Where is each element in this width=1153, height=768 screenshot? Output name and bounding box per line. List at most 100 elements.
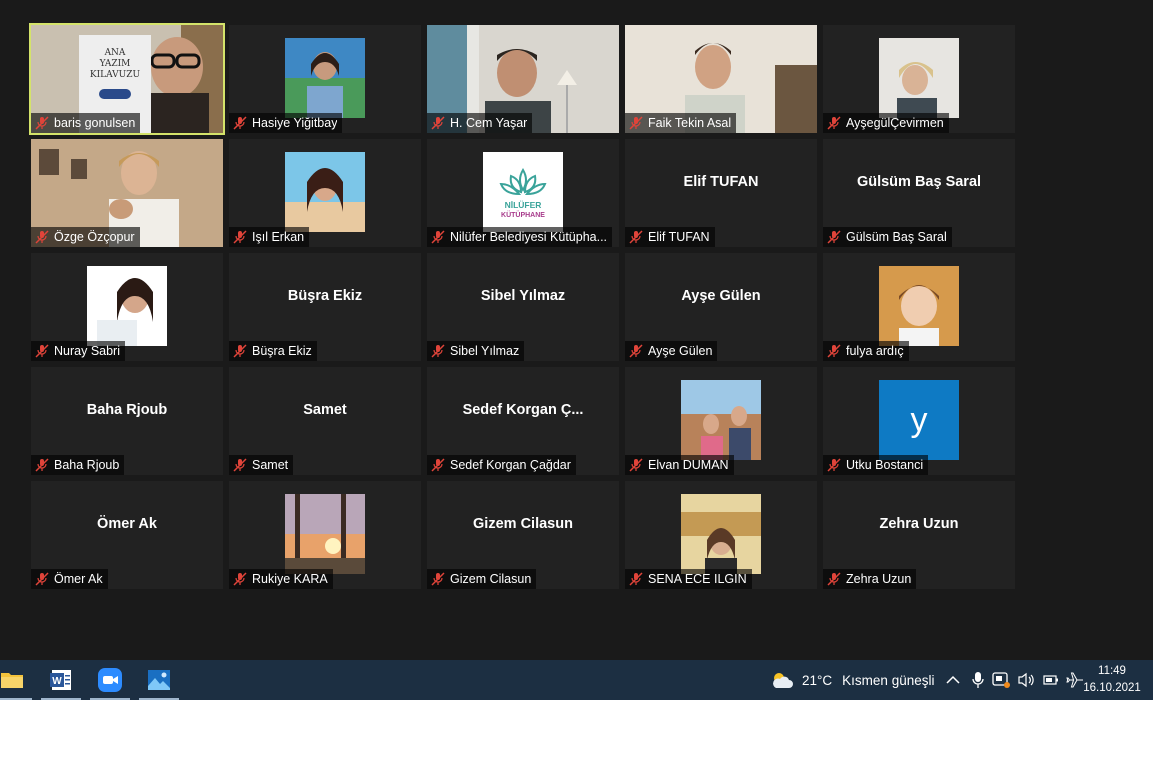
participant-nametag: Zehra Uzun xyxy=(823,569,917,589)
muted-mic-icon xyxy=(431,572,445,586)
partly-sunny-icon xyxy=(773,673,793,688)
participant-name: Elif TUFAN xyxy=(648,230,710,244)
lotus-logo-icon: NİLÜFERKÜTÜPHANE xyxy=(499,168,547,219)
logo-line1: NİLÜFER xyxy=(505,200,542,210)
participant-nametag: fulya ardıç xyxy=(823,341,909,361)
participant-tile[interactable]: Baha Rjoub Baha Rjoub xyxy=(31,367,223,475)
participant-nametag: baris gonulsen xyxy=(31,113,141,133)
taskbar: W 21°C Kısmen güneşli 11:49 16.10.2021 xyxy=(0,660,1153,700)
participant-nametag: Sedef Korgan Çağdar xyxy=(427,455,576,475)
muted-mic-icon xyxy=(35,344,49,358)
avatar xyxy=(87,266,167,346)
letter-avatar: y xyxy=(879,380,959,460)
participant-avatar xyxy=(285,494,365,574)
participant-display-name: Büşra Ekiz xyxy=(287,288,363,304)
taskbar-photos[interactable] xyxy=(139,660,179,700)
participant-tile[interactable]: Faik Tekin Asal xyxy=(625,25,817,133)
participant-display-name: Gülsüm Baş Saral xyxy=(856,174,982,190)
participant-name: Özge Özçopur xyxy=(54,230,135,244)
participant-tile[interactable]: ANA YAZIM KILAVUZU baris gonulsen xyxy=(29,23,225,135)
word-icon: W xyxy=(50,670,71,690)
participant-tile[interactable]: Elif TUFAN Elif TUFAN xyxy=(625,139,817,247)
participant-display-name: Ayşe Gülen xyxy=(681,288,761,304)
avatar xyxy=(285,494,365,574)
participant-tile[interactable]: Gülsüm Baş Saral Gülsüm Baş Saral xyxy=(823,139,1015,247)
participant-avatar xyxy=(681,494,761,574)
participant-tile[interactable]: H. Cem Yaşar xyxy=(427,25,619,133)
participant-nametag: Elif TUFAN xyxy=(625,227,715,247)
speaker-icon xyxy=(1018,672,1034,688)
taskbar-file-explorer[interactable] xyxy=(0,660,32,700)
participant-tile[interactable]: Ayşe Gülen Ayşe Gülen xyxy=(625,253,817,361)
muted-mic-icon xyxy=(233,230,247,244)
participant-avatar xyxy=(285,38,365,118)
show-hidden-icons[interactable] xyxy=(946,660,960,700)
battery-icon xyxy=(1043,675,1058,685)
weather-widget[interactable]: 21°C Kısmen güneşli xyxy=(770,660,934,700)
participant-tile[interactable]: Sedef Korgan Ç... Sedef Korgan Çağdar xyxy=(427,367,619,475)
participant-nametag: Sibel Yılmaz xyxy=(427,341,525,361)
muted-mic-icon xyxy=(827,572,841,586)
participant-name: Sibel Yılmaz xyxy=(450,344,520,358)
participant-tile[interactable]: Nuray Sabri xyxy=(31,253,223,361)
participant-display-name: Baha Rjoub xyxy=(86,402,168,418)
muted-mic-icon xyxy=(827,230,841,244)
muted-mic-icon xyxy=(629,230,643,244)
participant-nametag: Faik Tekin Asal xyxy=(625,113,737,133)
participant-name: Nilüfer Belediyesi Kütüpha... xyxy=(450,230,608,244)
participant-tile[interactable]: Büşra Ekiz Büşra Ekiz xyxy=(229,253,421,361)
participant-nametag: Hasiye Yiğitbay xyxy=(229,113,343,133)
muted-mic-icon xyxy=(233,572,247,586)
participant-name: Elvan DUMAN xyxy=(648,458,729,472)
muted-mic-icon xyxy=(431,116,445,130)
participant-nametag: H. Cem Yaşar xyxy=(427,113,533,133)
participant-name: SENA ECE ILGIN xyxy=(648,572,747,586)
participant-tile[interactable]: Işıl Erkan xyxy=(229,139,421,247)
participant-display-name: Sedef Korgan Ç... xyxy=(462,402,584,418)
participant-tile[interactable]: Gizem Cilasun Gizem Cilasun xyxy=(427,481,619,589)
zoom-icon xyxy=(98,668,122,692)
participant-name: Ayşe Gülen xyxy=(648,344,713,358)
participant-name: Işıl Erkan xyxy=(252,230,305,244)
participant-nametag: Nilüfer Belediyesi Kütüpha... xyxy=(427,227,613,247)
zoom-tray[interactable] xyxy=(992,660,1012,700)
clock-date: 16.10.2021 xyxy=(1083,682,1141,694)
participant-nametag: AyşegülÇevirmen xyxy=(823,113,949,133)
participant-name: Baha Rjoub xyxy=(54,458,120,472)
muted-mic-icon xyxy=(35,572,49,586)
chevron-up-icon xyxy=(946,675,960,684)
muted-mic-icon xyxy=(431,230,445,244)
muted-mic-icon xyxy=(629,344,643,358)
participant-tile[interactable]: AyşegülÇevirmen xyxy=(823,25,1015,133)
volume-tray[interactable] xyxy=(1018,660,1036,700)
participant-tile[interactable]: NİLÜFER KÜTÜPHANE Nilüfer Belediyesi Kütüp… xyxy=(427,139,619,247)
taskbar-zoom[interactable] xyxy=(90,660,130,700)
participant-name: fulya ardıç xyxy=(846,344,904,358)
battery-tray[interactable] xyxy=(1043,660,1059,700)
participant-tile[interactable]: fulya ardıç xyxy=(823,253,1015,361)
participant-avatar xyxy=(879,266,959,346)
participant-display-name: Gizem Cilasun xyxy=(473,516,573,532)
participant-tile[interactable]: SENA ECE ILGIN xyxy=(625,481,817,589)
participant-tile[interactable]: Ömer Ak Ömer Ak xyxy=(31,481,223,589)
muted-mic-icon xyxy=(35,230,49,244)
participant-tile[interactable]: Zehra Uzun Zehra Uzun xyxy=(823,481,1015,589)
taskbar-word[interactable]: W xyxy=(41,660,81,700)
participant-nametag: Ayşe Gülen xyxy=(625,341,718,361)
participant-nametag: Samet xyxy=(229,455,294,475)
participant-name: Sedef Korgan Çağdar xyxy=(450,458,571,472)
avatar xyxy=(879,266,959,346)
participant-tile[interactable]: y Utku Bostanci xyxy=(823,367,1015,475)
participant-tile[interactable]: Sibel Yılmaz Sibel Yılmaz xyxy=(427,253,619,361)
participant-tile[interactable]: Özge Özçopur xyxy=(31,139,223,247)
svg-text:W: W xyxy=(52,676,62,687)
library-logo: NİLÜFER KÜTÜPHANE xyxy=(483,152,563,232)
participant-tile[interactable]: Samet Samet xyxy=(229,367,421,475)
taskbar-clock[interactable]: 11:49 16.10.2021 xyxy=(1077,663,1147,697)
participant-tile[interactable]: Hasiye Yiğitbay xyxy=(229,25,421,133)
participant-tile[interactable]: Elvan DUMAN xyxy=(625,367,817,475)
muted-mic-icon xyxy=(233,116,247,130)
microphone-tray[interactable] xyxy=(972,660,984,700)
participant-tile[interactable]: Rukiye KARA xyxy=(229,481,421,589)
participant-name: Rukiye KARA xyxy=(252,572,328,586)
